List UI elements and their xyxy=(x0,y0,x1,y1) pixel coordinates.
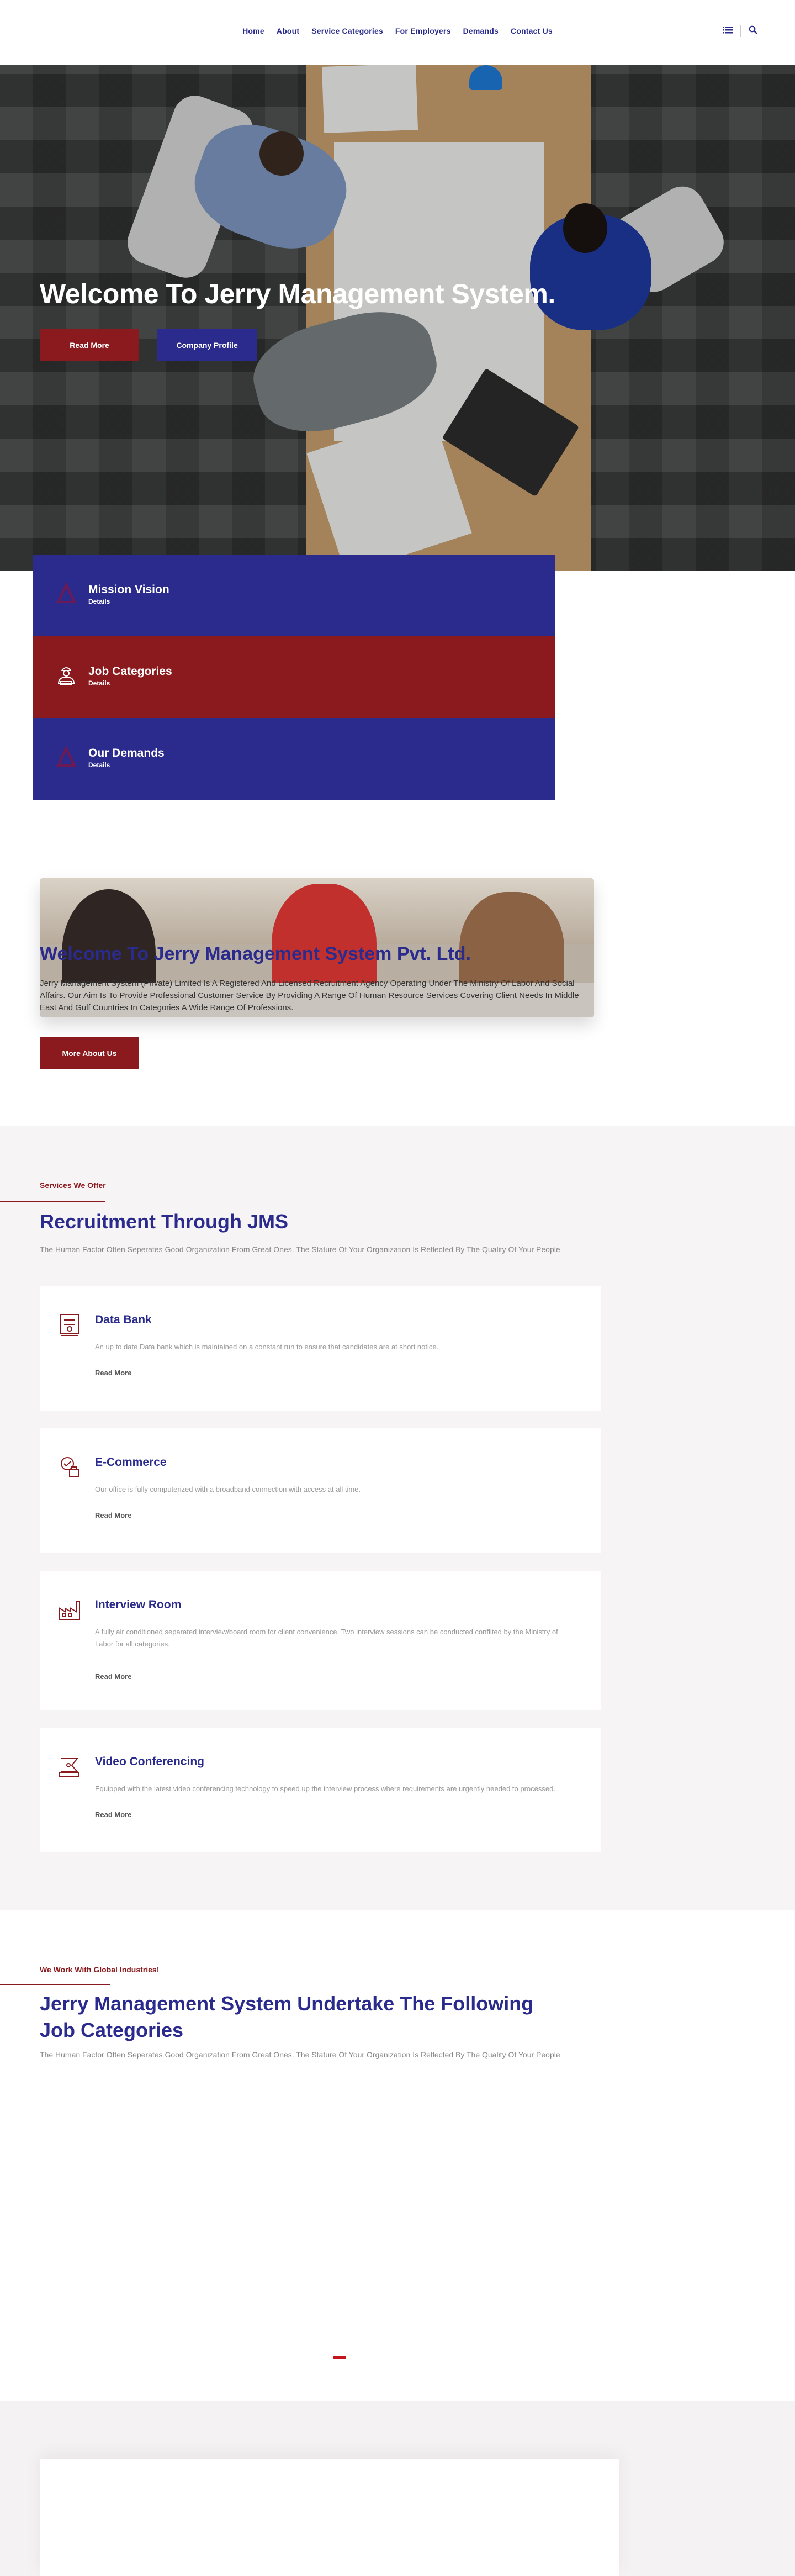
feature-cards: Mission Vision Details Job Categories De… xyxy=(33,555,555,800)
card-details-link[interactable]: Details xyxy=(88,761,110,769)
services-title: Recruitment Through JMS xyxy=(40,1210,289,1233)
bottom-section xyxy=(0,2401,795,2576)
service-read-more-link[interactable]: Read More xyxy=(95,1672,131,1681)
list-icon[interactable] xyxy=(723,25,733,37)
service-description: A fully air conditioned separated interv… xyxy=(95,1628,558,1648)
search-icon[interactable] xyxy=(749,25,757,37)
card-details-link[interactable]: Details xyxy=(88,679,110,687)
header-icons xyxy=(723,25,757,37)
service-title: Interview Room xyxy=(95,1598,182,1611)
data-bank-icon xyxy=(57,1312,82,1337)
demands-icon xyxy=(54,743,78,770)
card-title: Our Demands xyxy=(88,747,165,759)
main-nav: Home About Service Categories For Employ… xyxy=(0,27,795,35)
site-header: Home About Service Categories For Employ… xyxy=(0,0,795,65)
nav-demands[interactable]: Demands xyxy=(463,27,499,35)
about-text: Jerry Management System (Private) Limite… xyxy=(40,979,579,1012)
content-box xyxy=(40,2459,619,2576)
about-title: Welcome To Jerry Management System Pvt. … xyxy=(40,943,471,964)
service-read-more-link[interactable]: Read More xyxy=(95,1369,131,1377)
service-card-interview-room: Interview Room A fully air conditioned s… xyxy=(40,1571,601,1710)
service-read-more-link[interactable]: Read More xyxy=(95,1810,131,1819)
service-title: Data Bank xyxy=(95,1313,152,1326)
card-job-categories[interactable]: Job Categories Details xyxy=(33,636,555,718)
header-divider xyxy=(740,25,741,37)
company-profile-button[interactable]: Company Profile xyxy=(157,329,257,361)
card-mission-vision[interactable]: Mission Vision Details xyxy=(33,555,555,636)
card-title: Job Categories xyxy=(88,665,172,678)
jobs-title: Jerry Management System Undertake The Fo… xyxy=(40,1992,534,2041)
nav-for-employers[interactable]: For Employers xyxy=(395,27,451,35)
hero-read-more-button[interactable]: Read More xyxy=(40,329,139,361)
service-card-ecommerce: E-Commerce Our office is fully computeri… xyxy=(40,1428,601,1553)
services-tag: Services We Offer xyxy=(40,1181,106,1190)
services-subtitle: The Human Factor Often Seperates Good Or… xyxy=(40,1245,560,1254)
carousel-dot[interactable] xyxy=(333,2356,346,2359)
factory-icon xyxy=(57,1597,82,1622)
more-about-us-button[interactable]: More About Us xyxy=(40,1037,139,1069)
card-details-link[interactable]: Details xyxy=(88,598,110,605)
nav-about[interactable]: About xyxy=(277,27,299,35)
service-description: Equipped with the latest video conferenc… xyxy=(95,1785,555,1793)
services-section: Services We Offer Recruitment Through JM… xyxy=(0,1126,795,1910)
jobs-subtitle: The Human Factor Often Seperates Good Or… xyxy=(40,2050,560,2059)
service-description: Our office is fully computerized with a … xyxy=(95,1485,361,1493)
job-categories-section: We Work With Global Industries! Jerry Ma… xyxy=(0,1910,795,2401)
service-card-data-bank: Data Bank An up to date Data bank which … xyxy=(40,1286,601,1411)
service-title: Video Conferencing xyxy=(95,1755,204,1768)
service-read-more-link[interactable]: Read More xyxy=(95,1511,131,1519)
service-card-video-conferencing: Video Conferencing Equipped with the lat… xyxy=(40,1728,601,1852)
hero-slider: Welcome To Jerry Management System. Read… xyxy=(0,65,795,571)
jobs-tag: We Work With Global Industries! xyxy=(40,1965,160,1974)
card-title: Mission Vision xyxy=(88,583,169,596)
nav-service-categories[interactable]: Service Categories xyxy=(311,27,383,35)
mission-icon xyxy=(54,580,78,606)
nav-home[interactable]: Home xyxy=(242,27,264,35)
card-our-demands[interactable]: Our Demands Details xyxy=(33,718,555,800)
nav-contact-us[interactable]: Contact Us xyxy=(511,27,553,35)
service-description: An up to date Data bank which is maintai… xyxy=(95,1343,439,1351)
service-title: E-Commerce xyxy=(95,1456,167,1469)
video-icon xyxy=(57,1754,82,1778)
worker-icon xyxy=(54,662,78,688)
ecommerce-icon xyxy=(57,1455,82,1479)
hero-title: Welcome To Jerry Management System. xyxy=(40,278,555,309)
